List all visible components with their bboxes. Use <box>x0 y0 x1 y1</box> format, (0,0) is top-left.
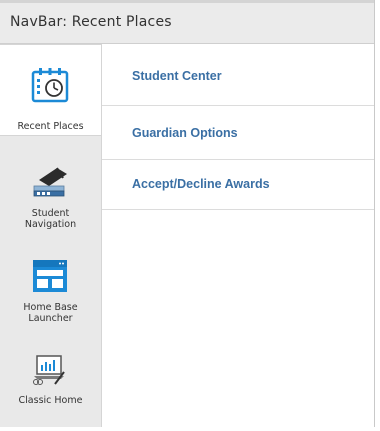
list-item-student-center[interactable]: Student Center <box>102 44 374 106</box>
window-grid-icon <box>33 260 67 292</box>
graduation-books-icon <box>33 167 67 197</box>
link-student-center[interactable]: Student Center <box>132 69 222 83</box>
list-item-accept-decline-awards[interactable]: Accept/Decline Awards <box>102 160 374 210</box>
link-accept-decline-awards[interactable]: Accept/Decline Awards <box>132 177 270 191</box>
navbar-header: NavBar: Recent Places <box>0 0 374 44</box>
sidebar-item-label: Student Navigation <box>24 208 77 230</box>
navbar-panel: NavBar: Recent Places Recent Places Stud… <box>0 0 375 427</box>
sidebar-item-classic-home[interactable]: Classic Home <box>0 339 101 431</box>
link-guardian-options[interactable]: Guardian Options <box>132 126 238 140</box>
recent-places-list: Student Center Guardian Options Accept/D… <box>101 44 374 427</box>
sidebar-item-label: Recent Places <box>17 121 84 132</box>
list-item-guardian-options[interactable]: Guardian Options <box>102 106 374 160</box>
calendar-clock-icon <box>31 68 69 103</box>
navbar-title: NavBar: Recent Places <box>10 14 172 30</box>
sidebar-item-label: Home Base Launcher <box>23 302 78 324</box>
sidebar-item-recent-places[interactable]: Recent Places <box>0 44 102 136</box>
sidebar-item-label: Classic Home <box>18 395 83 406</box>
chart-laptop-icon <box>33 355 65 385</box>
sidebar-item-home-base-launcher[interactable]: Home Base Launcher <box>0 244 101 336</box>
sidebar-item-student-navigation[interactable]: Student Navigation <box>0 152 101 244</box>
navbar-sidebar: Recent Places Student Navigation Home Ba… <box>0 44 102 427</box>
